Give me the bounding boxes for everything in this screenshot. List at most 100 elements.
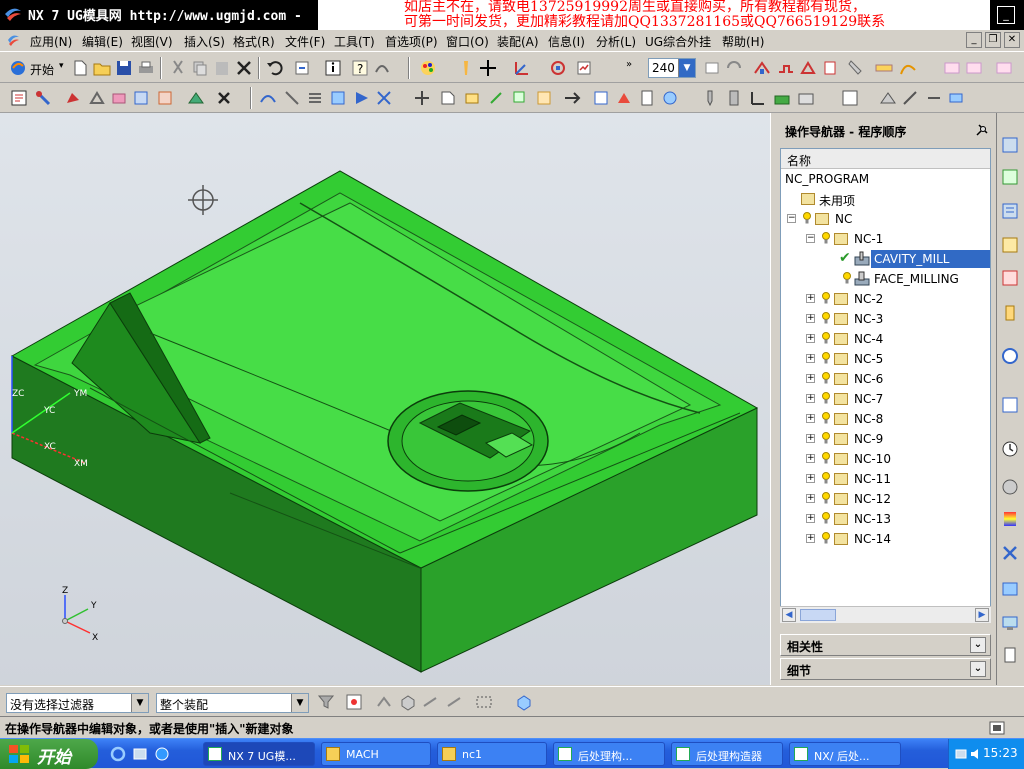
- filter-settings-icon[interactable]: [316, 692, 336, 712]
- ruler-icon[interactable]: [874, 58, 894, 78]
- cut-icon[interactable]: [168, 58, 188, 78]
- create-geometry-icon[interactable]: [63, 88, 83, 108]
- select-face-icon[interactable]: [420, 692, 440, 712]
- chevron-down-icon[interactable]: ▼: [291, 694, 308, 712]
- minimize-button[interactable]: _: [997, 6, 1015, 24]
- post-process-icon[interactable]: [820, 58, 840, 78]
- monitor-icon[interactable]: [1000, 613, 1020, 633]
- menu-preferences[interactable]: 首选项(P): [385, 33, 438, 50]
- create-program-icon[interactable]: [9, 88, 29, 108]
- task-nc1[interactable]: nc1: [437, 742, 547, 766]
- list-toolpath-icon[interactable]: [305, 88, 325, 108]
- mcs-icon[interactable]: [748, 88, 768, 108]
- paste-icon[interactable]: [212, 58, 232, 78]
- create-tool-icon[interactable]: [33, 88, 53, 108]
- menu-format[interactable]: 格式(R): [233, 33, 275, 50]
- simulate-icon[interactable]: [352, 88, 372, 108]
- feature-icon[interactable]: [614, 88, 634, 108]
- palette-icon[interactable]: [1000, 579, 1020, 599]
- tree-node-nc-1[interactable]: − NC-1: [781, 229, 990, 249]
- save-icon[interactable]: [114, 58, 134, 78]
- tree-horizontal-scrollbar[interactable]: ◀ ▶: [780, 606, 991, 623]
- task-nx7[interactable]: NX 7 UG模...: [203, 742, 315, 766]
- show-desktop-icon[interactable]: [132, 746, 148, 762]
- machine-tool-navigator-icon[interactable]: [1000, 268, 1020, 288]
- part-navigator-icon[interactable]: [1000, 201, 1020, 221]
- tree-node-group[interactable]: + NC-13: [781, 509, 990, 529]
- ie-quicklaunch-icon[interactable]: [110, 746, 126, 762]
- edit-object-icon[interactable]: [462, 88, 482, 108]
- new-file-icon[interactable]: [70, 58, 90, 78]
- tree-node-nc-program[interactable]: NC_PROGRAM: [781, 169, 990, 189]
- tree-node-group[interactable]: + NC-4: [781, 329, 990, 349]
- curve-analysis-icon[interactable]: [898, 58, 918, 78]
- web-browser-icon[interactable]: [1000, 346, 1020, 366]
- tree-node-cavity-mill[interactable]: ✔ CAVITY_MILL: [781, 249, 990, 269]
- verify-icon[interactable]: [798, 58, 818, 78]
- expand-icon[interactable]: +: [806, 414, 815, 423]
- tree-node-group[interactable]: + NC-7: [781, 389, 990, 409]
- tree-node-group[interactable]: + NC-11: [781, 469, 990, 489]
- clock-icon[interactable]: [1000, 439, 1020, 459]
- toolbar-overflow-icon[interactable]: »: [626, 59, 632, 70]
- menu-window[interactable]: 窗口(O): [446, 33, 489, 50]
- properties-icon[interactable]: [660, 88, 680, 108]
- start-icon[interactable]: [8, 58, 28, 78]
- shop-documentation-icon[interactable]: [438, 88, 458, 108]
- expand-icon[interactable]: +: [806, 294, 815, 303]
- select-edge-icon[interactable]: [444, 692, 464, 712]
- toolpath-icon[interactable]: [776, 58, 796, 78]
- undo-icon[interactable]: [264, 58, 284, 78]
- expand-icon[interactable]: +: [806, 314, 815, 323]
- expand-icon[interactable]: +: [806, 494, 815, 503]
- collapse-icon[interactable]: −: [787, 214, 796, 223]
- nx-menu-icon[interactable]: [6, 33, 20, 47]
- expand-icon[interactable]: +: [806, 334, 815, 343]
- cut-object-icon[interactable]: [486, 88, 506, 108]
- task-nx-post[interactable]: NX/ 后处...: [789, 742, 901, 766]
- task-mach[interactable]: MACH: [321, 742, 431, 766]
- task-postbuilder-2[interactable]: 后处理构造器: [671, 742, 783, 766]
- doc-restore-button[interactable]: ❐: [985, 32, 1001, 48]
- display-option-2-icon[interactable]: [964, 58, 984, 78]
- show-icon[interactable]: [946, 88, 966, 108]
- details-panel[interactable]: 细节 ⌄: [780, 658, 991, 680]
- layer-icon[interactable]: [456, 58, 476, 78]
- tree-node-face-milling[interactable]: FACE_MILLING: [781, 269, 990, 289]
- column-header-name[interactable]: 名称: [781, 149, 990, 169]
- selection-scope-combo[interactable]: 整个装配 ▼: [156, 693, 309, 713]
- display-option-3-icon[interactable]: [994, 58, 1014, 78]
- wcs-origin-icon[interactable]: [478, 58, 498, 78]
- menu-ug-plugin[interactable]: UG综合外挂: [645, 33, 711, 50]
- navigator-tree[interactable]: 名称 NC_PROGRAM 未用项 − NC − NC-1 ✔ CAVITY_M…: [780, 148, 991, 623]
- operation-navigator-tab-icon[interactable]: [1000, 235, 1020, 255]
- tree-node-group[interactable]: + NC-12: [781, 489, 990, 509]
- expand-icon[interactable]: +: [806, 374, 815, 383]
- copy-object-icon[interactable]: [510, 88, 530, 108]
- machine-tool-view-icon[interactable]: [155, 88, 175, 108]
- expand-chevron-icon[interactable]: ⌄: [970, 661, 986, 677]
- select-feature-icon[interactable]: [374, 692, 394, 712]
- blank-icon[interactable]: [796, 88, 816, 108]
- expand-icon[interactable]: +: [806, 354, 815, 363]
- tree-node-group[interactable]: + NC-8: [781, 409, 990, 429]
- document-icon[interactable]: [1000, 645, 1020, 665]
- zoom-fit-icon[interactable]: [702, 58, 722, 78]
- tree-node-group[interactable]: + NC-2: [781, 289, 990, 309]
- measure-icon[interactable]: [548, 58, 568, 78]
- repeat-command-icon[interactable]: [292, 58, 312, 78]
- tree-node-unused-items[interactable]: 未用项: [781, 189, 990, 209]
- postprocess-icon[interactable]: [412, 88, 432, 108]
- graphics-window[interactable]: ZC YM YC XC XM Z Y X: [0, 113, 770, 685]
- chevron-down-icon[interactable]: ▼: [131, 694, 148, 712]
- wcs-orient-icon[interactable]: [512, 58, 532, 78]
- output-cls-icon[interactable]: [374, 88, 394, 108]
- network-icon[interactable]: [955, 747, 967, 761]
- history-icon[interactable]: [1000, 395, 1020, 415]
- menu-help[interactable]: 帮助(H): [722, 33, 764, 50]
- expand-icon[interactable]: +: [806, 474, 815, 483]
- geometry-view-icon[interactable]: [186, 88, 206, 108]
- info-object-icon[interactable]: [637, 88, 657, 108]
- show-all-icon[interactable]: [514, 692, 534, 712]
- refresh-view-icon[interactable]: [724, 58, 744, 78]
